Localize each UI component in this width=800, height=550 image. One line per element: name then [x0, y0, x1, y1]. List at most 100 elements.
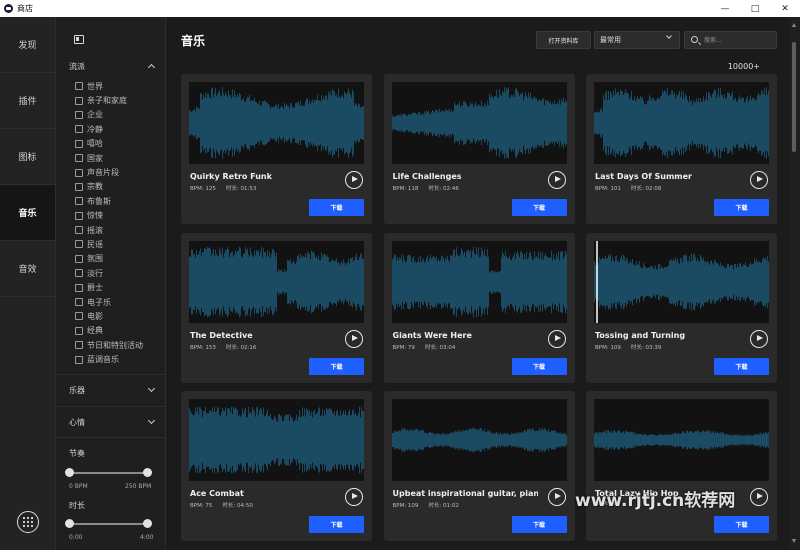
track-card[interactable]: Tossing and Turning BPM: 109 时长: 03:39 下载 [586, 232, 777, 383]
genre-checkbox-item[interactable]: 企业 [75, 108, 163, 122]
duration-min-handle[interactable] [65, 519, 74, 528]
genre-checkbox-item[interactable]: 国家 [75, 151, 163, 165]
nav-item-plugins[interactable]: 插件 [0, 73, 55, 129]
genre-checkbox-item[interactable]: 电影 [75, 309, 163, 323]
genre-checkbox-item[interactable]: 蓝调音乐 [75, 352, 163, 366]
checkbox[interactable] [75, 168, 83, 177]
play-icon[interactable] [750, 488, 768, 506]
checkbox[interactable] [75, 182, 83, 191]
genre-checkbox-item[interactable]: 经典 [75, 324, 163, 338]
play-icon[interactable] [750, 329, 768, 348]
genre-checkbox-item[interactable]: 冷静 [75, 122, 163, 136]
checkbox[interactable] [75, 125, 83, 134]
download-button[interactable]: 下载 [714, 516, 769, 533]
download-button[interactable]: 下载 [511, 516, 567, 533]
genre-checkbox-item[interactable]: 亲子和家庭 [75, 93, 163, 107]
track-card[interactable]: Quirky Retro Funk BPM: 125 时长: 01:53 下载 [181, 74, 372, 224]
checkbox[interactable] [75, 96, 83, 105]
scroll-up-icon[interactable] [792, 23, 796, 27]
checkbox[interactable] [75, 226, 83, 235]
duration-max-handle[interactable] [143, 519, 152, 528]
waveform[interactable] [189, 82, 364, 164]
maximize-icon[interactable]: □ [740, 0, 770, 17]
genre-checkbox-item[interactable]: 布鲁斯 [75, 194, 163, 208]
nav-item-icons[interactable]: 图标 [0, 129, 55, 185]
track-card[interactable]: Upbeat inspirational guitar, piano... BPM… [383, 391, 575, 541]
genre-checkbox-item[interactable]: 爵士 [75, 280, 163, 294]
play-icon[interactable] [547, 329, 566, 348]
sort-dropdown[interactable]: 最常用 [594, 31, 680, 49]
scrollbar-thumb[interactable] [792, 42, 796, 152]
genre-checkbox-item[interactable]: 世界 [75, 79, 163, 93]
download-button[interactable]: 下载 [309, 357, 364, 375]
genre-checkbox-item[interactable]: 宗教 [75, 180, 163, 194]
nav-item-sound-effects[interactable]: 音效 [0, 241, 55, 297]
download-button[interactable]: 下载 [309, 199, 364, 216]
waveform[interactable] [594, 399, 769, 481]
mood-section-header[interactable]: 心情 [56, 414, 166, 430]
genre-checkbox-item[interactable]: 民谣 [75, 237, 163, 251]
play-icon[interactable] [547, 171, 566, 189]
waveform[interactable] [391, 240, 567, 323]
tempo-slider[interactable] [65, 468, 152, 477]
waveform[interactable] [189, 399, 364, 481]
tempo-min-handle[interactable] [65, 468, 74, 477]
genre-checkbox-item[interactable]: 淡行 [75, 266, 163, 280]
genre-checkbox-item[interactable]: 摇滚 [75, 223, 163, 237]
track-card[interactable]: Life Challenges BPM: 118 时长: 02:46 下载 [383, 74, 575, 224]
scroll-down-icon[interactable] [792, 539, 796, 543]
checkbox[interactable] [75, 341, 83, 350]
download-button[interactable]: 下载 [511, 357, 567, 375]
genre-checkbox-item[interactable]: 声音片段 [75, 165, 163, 179]
waveform[interactable] [594, 240, 769, 323]
waveform[interactable] [189, 240, 364, 323]
track-card[interactable]: Total Lazy Hip Hop BPM: 98 下载 [586, 391, 777, 541]
track-card[interactable]: Giants Were Here BPM: 79 时长: 03:04 下载 [383, 232, 575, 383]
download-button[interactable]: 下载 [714, 199, 769, 216]
scrollbar[interactable] [789, 17, 800, 550]
play-icon[interactable] [345, 171, 363, 189]
instrument-section-header[interactable]: 乐器 [56, 382, 166, 398]
download-button[interactable]: 下载 [714, 357, 769, 375]
checkbox[interactable] [75, 269, 83, 278]
nav-item-music[interactable]: 音乐 [0, 185, 55, 241]
minimize-icon[interactable]: — [710, 0, 740, 17]
genre-checkbox-item[interactable]: 惊悚 [75, 209, 163, 223]
waveform[interactable] [391, 399, 567, 481]
apps-grid-icon[interactable] [17, 511, 39, 533]
genre-section-header[interactable]: 流派 [56, 58, 166, 74]
checkbox[interactable] [75, 240, 83, 249]
track-card[interactable]: Ace Combat BPM: 75 时长: 04:50 下载 [181, 391, 372, 541]
checkbox[interactable] [75, 254, 83, 263]
play-icon[interactable] [345, 488, 363, 506]
close-icon[interactable]: ✕ [770, 0, 800, 17]
open-library-button[interactable]: 打开资料库 [536, 31, 591, 49]
checkbox[interactable] [75, 326, 83, 335]
checkbox[interactable] [75, 298, 83, 307]
duration-slider[interactable] [65, 519, 152, 528]
waveform[interactable] [594, 82, 769, 164]
checkbox[interactable] [75, 82, 83, 91]
waveform[interactable] [391, 82, 567, 164]
search-input[interactable] [704, 34, 774, 46]
track-card[interactable]: Last Days Of Summer BPM: 101 时长: 02:08 下载 [586, 74, 777, 224]
genre-checkbox-item[interactable]: 嘻哈 [75, 137, 163, 151]
track-card[interactable]: The Detective BPM: 153 时长: 02:16 下载 [181, 232, 372, 383]
nav-item-discover[interactable]: 发现 [0, 17, 55, 73]
checkbox[interactable] [75, 197, 83, 206]
play-icon[interactable] [547, 488, 566, 506]
genre-checkbox-item[interactable]: 节日和特别活动 [75, 338, 163, 352]
checkbox[interactable] [75, 211, 83, 220]
play-icon[interactable] [750, 171, 768, 189]
play-icon[interactable] [345, 329, 363, 348]
checkbox[interactable] [75, 139, 83, 148]
checkbox[interactable] [75, 312, 83, 321]
tempo-max-handle[interactable] [143, 468, 152, 477]
genre-checkbox-item[interactable]: 电子乐 [75, 295, 163, 309]
checkbox[interactable] [75, 283, 83, 292]
checkbox[interactable] [75, 154, 83, 163]
genre-checkbox-item[interactable]: 氛围 [75, 252, 163, 266]
download-button[interactable]: 下载 [511, 199, 567, 216]
download-button[interactable]: 下载 [309, 516, 364, 533]
collapse-panel-icon[interactable] [74, 35, 84, 44]
